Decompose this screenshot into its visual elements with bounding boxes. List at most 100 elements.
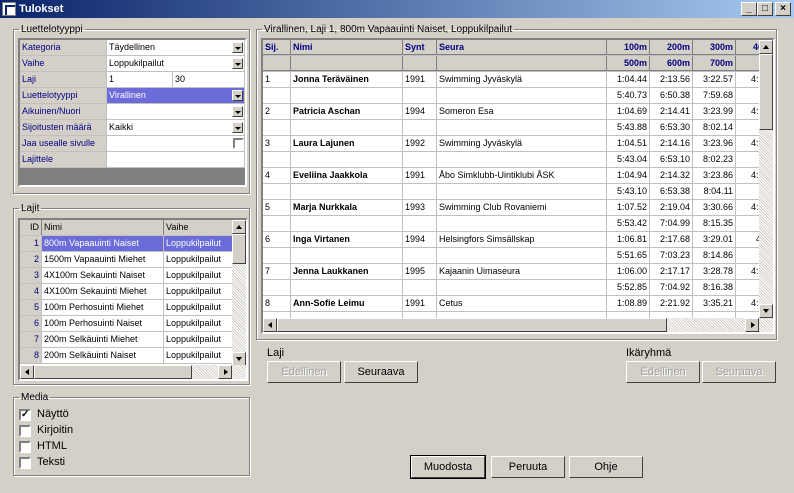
results-split-cell [291,216,403,231]
format-button[interactable]: Muodosta [410,455,486,479]
events-row[interactable]: 5 100m Perhosuinti Miehet Loppukilpailut [20,300,234,316]
results-header-cell: 300m [693,40,736,55]
results-data-cell: 1:04.51 [607,136,650,151]
results-header-cell: Synt [403,40,437,55]
events-cell: Loppukilpailut [164,332,234,347]
scroll-up-icon[interactable] [759,40,773,54]
events-table: ID Nimi Vaihe 1 800m Vapaauinti Naiset Loppuk… [18,218,248,381]
results-split-cell: 5:53.42 [607,216,650,231]
results-split-cell [403,248,437,263]
arrow-icon [751,322,755,328]
media-label: Kirjoitin [37,424,74,436]
results-subheader-cell [403,56,437,71]
results-split-cell: 8:02.23 [693,152,736,167]
maximize-button[interactable]: □ [757,2,773,16]
list-type-row-value[interactable]: Virallinen [107,88,245,103]
events-row[interactable]: 3 4X100m Sekauinti Naiset Loppukilpailut [20,268,234,284]
list-type-row-value[interactable]: Loppukilpailut [107,56,245,71]
scroll-right-icon[interactable] [745,318,759,332]
events-header-cell[interactable]: Nimi [42,220,164,235]
results-header-cell: Nimi [291,40,403,55]
list-type-row-value[interactable]: Täydellinen [107,40,245,55]
events-cell: 200m Selkäuinti Naiset [42,348,164,363]
dropdown-arrow-icon[interactable] [232,58,243,69]
events-row[interactable]: 2 1500m Vapaauinti Miehet Loppukilpailut [20,252,234,268]
events-cell: 7 [20,332,42,347]
scroll-left-icon[interactable] [263,318,277,332]
results-split-cell [437,120,607,135]
results-split-cell: 5:43.04 [607,152,650,167]
scroll-left-icon[interactable] [20,365,34,379]
list-type-row-value[interactable] [107,136,245,151]
results-split-cell: 7:59.68 [693,88,736,103]
close-button[interactable]: × [775,2,791,16]
results-data-row: 5 Marja Nurkkala 1993 Swimming Club Rovanie… [263,200,773,216]
media-checkbox-näyttö[interactable]: ✓ [19,409,31,421]
results-split-cell: 5:43.10 [607,184,650,199]
list-type-row: Lajittele [20,152,245,168]
arrow-icon [763,309,769,313]
events-header-cell[interactable]: ID [20,220,42,235]
media-legend: Media [21,392,49,403]
hscroll-thumb[interactable] [277,318,667,332]
arrow-icon [236,225,242,229]
media-checkbox-html[interactable] [19,441,31,453]
results-data-cell: Laura Lajunen [291,136,403,151]
results-split-cell: 6:53.38 [650,184,693,199]
results-split-cell: 8:02.14 [693,120,736,135]
scroll-up-icon[interactable] [232,220,246,234]
title-bar: Tulokset _ □ × [0,0,794,18]
dropdown-arrow-icon[interactable] [232,106,243,117]
results-split-cell: 8:14.86 [693,248,736,263]
dropdown-arrow-icon[interactable] [232,90,243,101]
dropdown-arrow-icon[interactable] [232,122,243,133]
list-type-row-label: Sijoitusten määrä [20,120,107,135]
list-type-row-value[interactable]: 1 [107,72,173,87]
scroll-down-icon[interactable] [232,352,246,366]
list-type-row-value[interactable] [107,104,245,119]
app-icon [2,2,16,16]
help-button[interactable]: Ohje [569,456,643,478]
results-grid: Sij.NimiSyntSeura100m200m300m400m500m600… [261,38,775,334]
dropdown-arrow-icon[interactable] [232,42,243,53]
minimize-button[interactable]: _ [741,2,757,16]
results-data-cell: 1991 [403,72,437,87]
list-type-row-value-to[interactable]: 30 [173,72,245,87]
events-cell: 5 [20,300,42,315]
results-data-cell: 3:22.57 [693,72,736,87]
events-row[interactable]: 6 100m Perhosuinti Naiset Loppukilpailut [20,316,234,332]
scroll-thumb[interactable] [759,54,773,130]
cancel-button[interactable]: Peruuta [491,456,565,478]
scroll-down-icon[interactable] [759,304,773,318]
results-data-cell: Cetus [437,296,607,311]
previous-age-group-button[interactable]: Edellinen [626,361,700,383]
list-type-row-value[interactable] [107,152,245,167]
next-event-button[interactable]: Seuraava [344,361,418,383]
next-age-group-button[interactable]: Seuraava [702,361,776,383]
results-header-cell: Sij. [263,40,291,55]
events-header-cell[interactable]: Vaihe [164,220,234,235]
media-checkbox-teksti[interactable] [19,457,31,469]
results-data-row: 7 Jenna Laukkanen 1995 Kajaanin Uimaseura 1:… [263,264,773,280]
previous-event-button[interactable]: Edellinen [267,361,341,383]
split-pages-checkbox[interactable] [233,138,244,149]
list-type-row-value[interactable]: Kaikki [107,120,245,135]
results-data-cell: 2 [263,104,291,119]
hscroll-thumb[interactable] [34,365,192,379]
media-checkbox-kirjoitin[interactable] [19,425,31,437]
list-type-row: Vaihe Loppukilpailut [20,56,245,72]
arrow-icon [25,369,29,375]
events-row[interactable]: 7 200m Selkäuinti Miehet Loppukilpailut [20,332,234,348]
scroll-right-icon[interactable] [218,365,232,379]
results-split-cell [263,88,291,103]
events-cell: 1 [20,236,42,251]
results-data-cell: 1:08.89 [607,296,650,311]
list-type-row-label: Luettelotyyppi [20,88,107,103]
events-row[interactable]: 8 200m Selkäuinti Naiset Loppukilpailut [20,348,234,364]
scroll-thumb[interactable] [232,234,246,264]
events-row[interactable]: 1 800m Vapaauinti Naiset Loppukilpailut [20,236,234,252]
results-split-cell: 7:04.99 [650,216,693,231]
results-data-cell: 2:14.32 [650,168,693,183]
events-row[interactable]: 4 4X100m Sekauinti Miehet Loppukilpailut [20,284,234,300]
results-data-cell: Jenna Laukkanen [291,264,403,279]
